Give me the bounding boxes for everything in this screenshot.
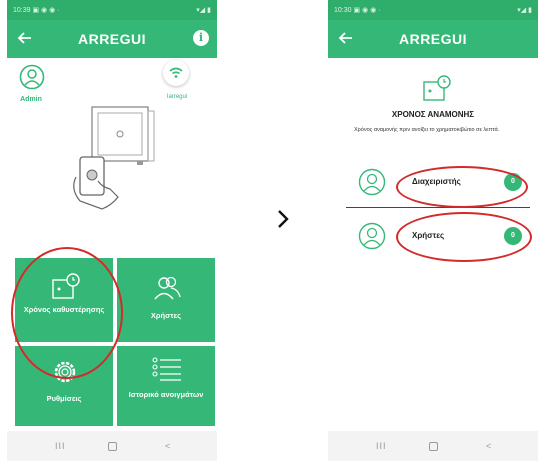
users-icon	[154, 276, 181, 300]
status-bar: 10:39 ▣ ◉ ◉ · ▾◢ ▮	[7, 0, 217, 20]
highlight-oval-timer-tile	[11, 247, 123, 379]
home-button[interactable]	[108, 442, 117, 451]
system-nav-bar: III <	[328, 431, 538, 461]
chevron-right-icon	[278, 210, 289, 228]
app-bar: ARREGUI i	[7, 20, 217, 58]
user-avatar-icon	[358, 168, 386, 196]
status-bar: 10:30 ▣ ◉ ◉ · ▾◢ ▮	[328, 0, 538, 20]
admin-label: Admin	[20, 96, 42, 103]
highlight-oval-users	[396, 212, 532, 262]
system-back-button[interactable]: <	[165, 441, 170, 451]
system-back-button[interactable]: <	[486, 441, 491, 451]
users-tile[interactable]: Χρήστες	[117, 258, 215, 342]
app-logo: ARREGUI	[77, 31, 147, 47]
device-name-label: Iarregui	[166, 94, 188, 100]
history-tile[interactable]: Ιστορικό ανοιγμάτων	[117, 346, 215, 426]
info-icon[interactable]: i	[193, 30, 209, 46]
system-nav-bar: III <	[7, 431, 217, 461]
recent-apps-button[interactable]: III	[55, 441, 66, 451]
divider	[346, 207, 530, 208]
wifi-button[interactable]	[163, 60, 189, 86]
wifi-icon	[169, 67, 183, 78]
app-bar: ARREGUI	[328, 20, 538, 58]
home-button[interactable]	[429, 442, 438, 451]
user-avatar-icon	[358, 222, 386, 250]
page-description: Χρόνος αναμονής πριν ανοίξει το χρηματοκ…	[354, 127, 500, 133]
app-logo: ARREGUI	[398, 31, 468, 47]
timer-safe-icon	[423, 75, 451, 101]
user-avatar-icon[interactable]	[19, 64, 45, 90]
phone-screen-waiting-time: 10:30 ▣ ◉ ◉ · ▾◢ ▮ ARREGUI ΧΡΟΝΟΣ ΑΝΑΜΟΝ…	[328, 0, 538, 461]
list-icon	[152, 357, 181, 381]
settings-label: Ρυθμίσεις	[46, 394, 82, 403]
page-title: ΧΡΟΝΟΣ ΑΝΑΜΟΝΗΣ	[391, 110, 475, 119]
users-label: Χρήστες	[150, 311, 182, 320]
safe-phone-illustration	[73, 106, 155, 210]
highlight-oval-admins	[396, 166, 528, 208]
recent-apps-button[interactable]: III	[376, 441, 387, 451]
phone-screen-main-menu: 10:39 ▣ ◉ ◉ · ▾◢ ▮ ARREGUI i Admin Iarre…	[7, 0, 217, 461]
history-label: Ιστορικό ανοιγμάτων	[128, 390, 204, 399]
